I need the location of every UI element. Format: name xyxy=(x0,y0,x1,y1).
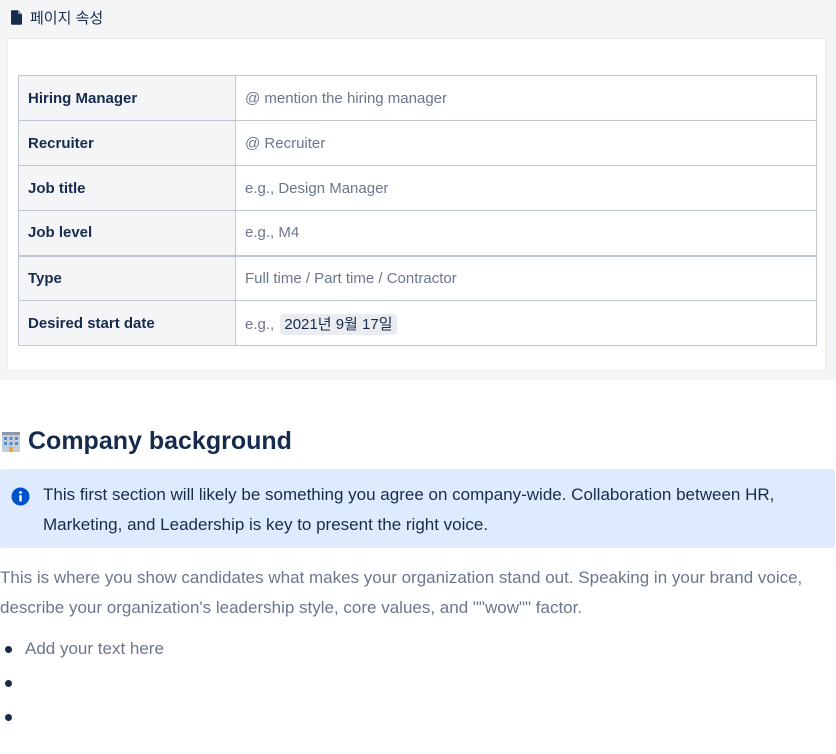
property-value[interactable]: e.g., Design Manager xyxy=(235,165,817,211)
list-item[interactable] xyxy=(0,666,164,700)
info-panel: This first section will likely be someth… xyxy=(0,469,835,548)
property-value[interactable]: @ mention the hiring manager xyxy=(235,75,817,121)
table-row: Desired start date e.g., 2021년 9월 17일 xyxy=(18,300,817,346)
date-prefix: e.g., xyxy=(245,315,275,333)
document-icon xyxy=(10,9,23,25)
list-item[interactable] xyxy=(0,700,164,734)
property-value[interactable]: e.g., M4 xyxy=(235,210,817,256)
page-properties-header[interactable]: 페이지 속성 xyxy=(10,6,103,28)
properties-card: Hiring Manager @ mention the hiring mana… xyxy=(7,38,826,371)
property-value[interactable]: Full time / Part time / Contractor xyxy=(235,254,817,301)
bullet-dot xyxy=(5,714,12,721)
office-building-icon xyxy=(0,429,22,453)
table-row: Hiring Manager @ mention the hiring mana… xyxy=(18,75,817,121)
info-panel-text: This first section will likely be someth… xyxy=(43,485,775,534)
property-key: Job title xyxy=(18,165,236,211)
property-value[interactable]: @ Recruiter xyxy=(235,120,817,166)
bullet-list: Add your text here xyxy=(0,632,164,734)
property-key: Hiring Manager xyxy=(18,75,236,121)
table-row: Job title e.g., Design Manager xyxy=(18,165,817,211)
bullet-dot xyxy=(5,646,12,653)
body-paragraph: This is where you show candidates what m… xyxy=(0,568,803,617)
property-key: Type xyxy=(18,254,236,301)
table-row: Recruiter @ Recruiter xyxy=(18,120,817,166)
property-key: Recruiter xyxy=(18,120,236,166)
page-properties-panel: 페이지 속성 Hiring Manager @ mention the hiri… xyxy=(0,0,836,380)
property-key: Job level xyxy=(18,210,236,256)
table-row: Job level e.g., M4 xyxy=(18,210,817,256)
properties-table: Hiring Manager @ mention the hiring mana… xyxy=(18,75,817,346)
property-key: Desired start date xyxy=(18,300,236,346)
list-item-text: Add your text here xyxy=(25,639,164,658)
section-title: Company background xyxy=(28,426,292,455)
list-item[interactable]: Add your text here xyxy=(0,632,164,666)
info-icon xyxy=(11,487,30,506)
date-chip[interactable]: 2021년 9월 17일 xyxy=(280,313,397,335)
page-properties-title: 페이지 속성 xyxy=(30,9,104,27)
table-row: Type Full time / Part time / Contractor xyxy=(18,254,817,301)
section-heading: Company background xyxy=(0,424,292,458)
property-value[interactable]: e.g., 2021년 9월 17일 xyxy=(235,300,817,346)
bullet-dot xyxy=(5,680,12,687)
